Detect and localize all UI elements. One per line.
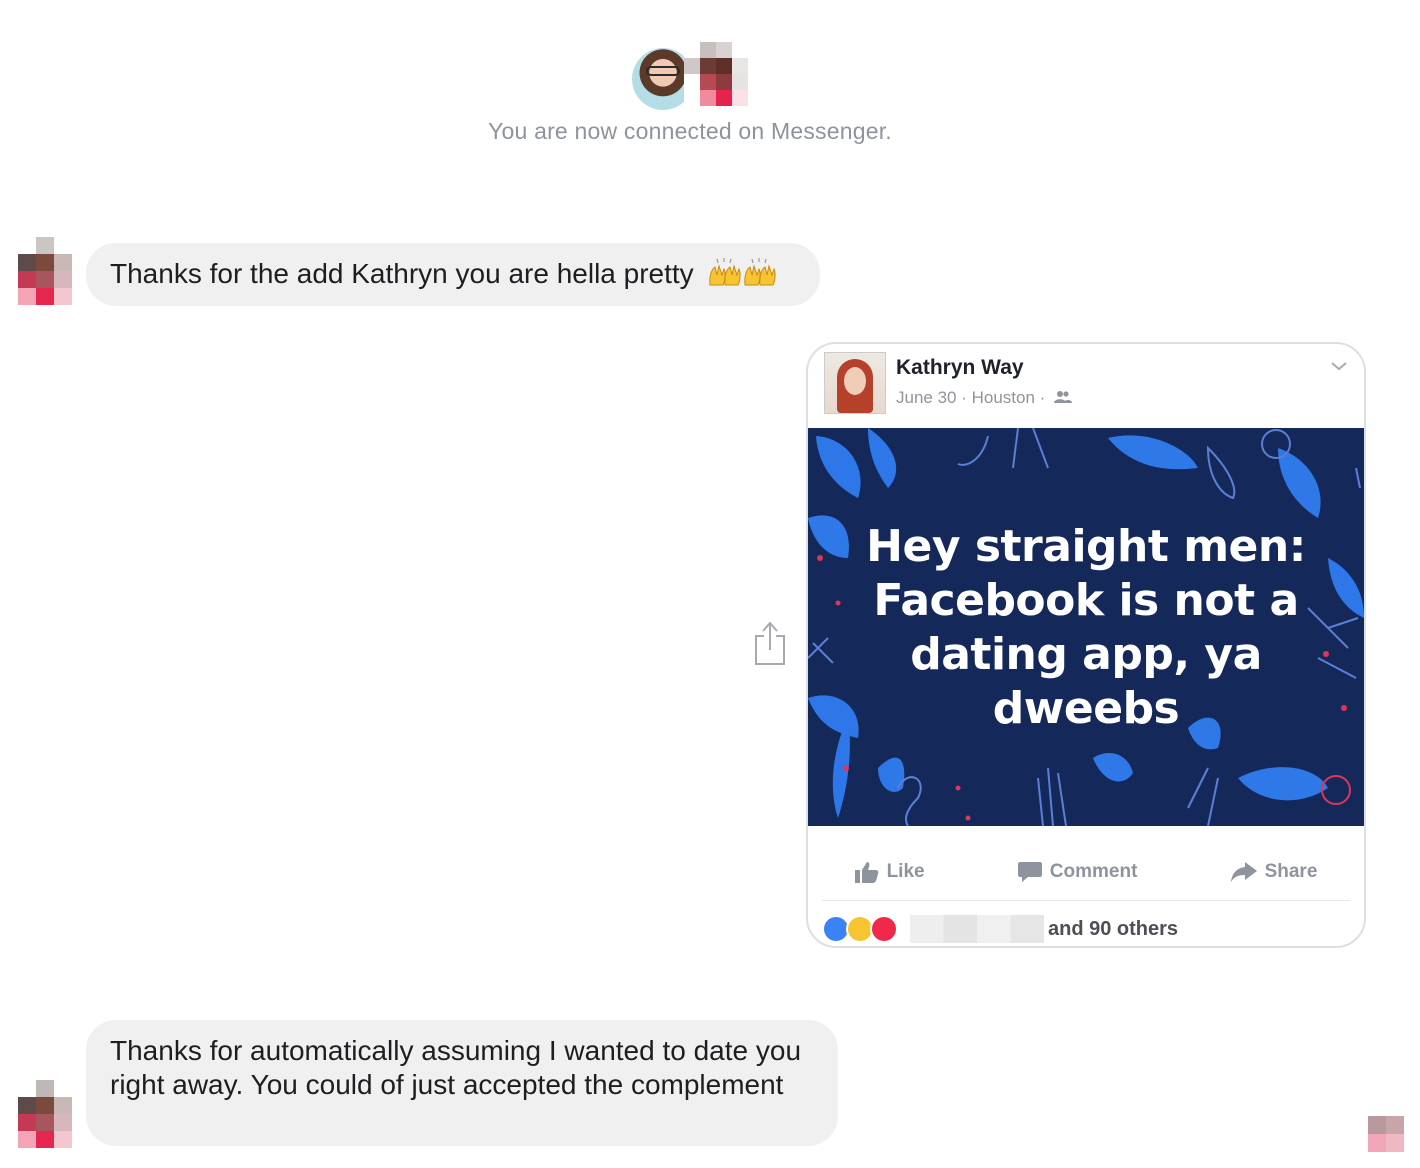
share-arrow-icon — [1230, 862, 1257, 882]
reactions-summary[interactable]: and 90 others — [822, 915, 1179, 943]
post-author-avatar[interactable] — [824, 352, 886, 414]
divider — [822, 900, 1350, 901]
raised-hands-emoji — [707, 257, 777, 295]
post-image-text: Hey straight men: Facebook is not a dati… — [866, 521, 1306, 734]
share-label: Share — [1264, 861, 1318, 882]
post-image[interactable]: Hey straight men: Facebook is not a dati… — [808, 428, 1364, 826]
reactions-count-text: and 90 others — [1048, 917, 1179, 940]
blurred-names — [910, 915, 1044, 943]
message-text: Thanks for automatically assuming I want… — [110, 1035, 802, 1100]
post-date-location: June 30 · Houston · — [896, 388, 1046, 407]
post-meta: June 30 · Houston · — [896, 388, 1073, 408]
share-icon[interactable] — [752, 620, 788, 666]
sender-avatar[interactable] — [18, 1080, 72, 1148]
read-receipt-avatar — [1368, 1116, 1404, 1152]
share-button[interactable]: Share — [1230, 861, 1318, 883]
like-label: Like — [886, 861, 925, 882]
love-reaction-icon — [870, 915, 898, 943]
shared-post-card[interactable]: Kathryn Way June 30 · Houston · Hey stra… — [806, 342, 1366, 948]
contact-avatar-pixelated — [684, 42, 748, 106]
comment-label: Comment — [1049, 861, 1138, 882]
connection-notice: You are now connected on Messenger. — [488, 118, 892, 144]
post-actions: Like Comment Share — [808, 850, 1364, 894]
thumbs-up-icon — [854, 862, 878, 883]
post-author-name[interactable]: Kathryn Way — [896, 356, 1024, 380]
message-bubble[interactable]: Thanks for automatically assuming I want… — [86, 1020, 838, 1146]
comment-icon — [1017, 862, 1042, 882]
like-button[interactable]: Like — [854, 861, 925, 883]
sender-avatar[interactable] — [18, 237, 72, 305]
connected-avatars — [630, 42, 750, 114]
friends-audience-icon — [1054, 391, 1073, 403]
comment-button[interactable]: Comment — [1017, 861, 1138, 883]
message-bubble[interactable]: Thanks for the add Kathryn you are hella… — [86, 243, 820, 306]
chevron-down-icon[interactable] — [1330, 360, 1348, 372]
message-text: Thanks for the add Kathryn you are hella… — [110, 258, 694, 289]
